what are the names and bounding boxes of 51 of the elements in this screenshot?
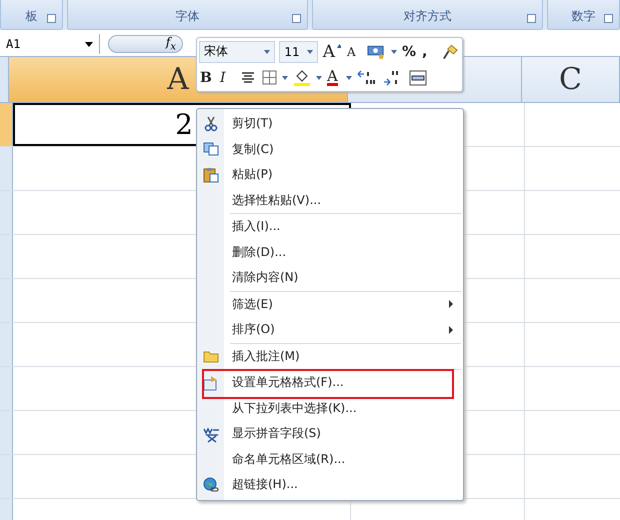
group-label: 对齐方式 [403, 8, 452, 25]
copy-icon [202, 142, 218, 156]
menu-item[interactable]: 命名单元格区域(R)... [197, 446, 463, 472]
menu-item[interactable]: 显示拼音字段(S) [197, 421, 463, 446]
format-cells-icon [202, 374, 218, 391]
group-label: 板 [26, 8, 38, 25]
font-color-button[interactable]: A [326, 66, 342, 88]
menu-item[interactable]: 从下拉列表中选择(K)... [197, 396, 463, 421]
dialog-launcher-icon[interactable] [604, 14, 613, 23]
menu-item[interactable]: 插入(I)... [197, 214, 463, 240]
group-label: 字体 [176, 8, 200, 25]
shrink-font-button[interactable]: A [346, 40, 362, 62]
merge-center-icon [409, 70, 427, 86]
cell-value: 2 [175, 108, 193, 141]
menu-item[interactable]: 剪切(T) [197, 111, 463, 136]
cell-reference: A1 [6, 37, 20, 51]
italic-button[interactable]: I [219, 66, 235, 88]
bold-button[interactable]: B [199, 66, 215, 88]
menu-item[interactable]: 设置单元格格式(F)... [197, 370, 463, 396]
group-label: 数字 [571, 8, 596, 25]
column-header[interactable]: C [522, 57, 620, 102]
menu-item[interactable]: 筛选(E) [197, 292, 463, 317]
menu-item[interactable]: 选择性粘贴(V)... [197, 188, 463, 213]
fill-color-icon [293, 68, 311, 86]
number-format-button[interactable]: , [420, 40, 437, 62]
increase-arrow-icon [337, 44, 341, 48]
dialog-launcher-icon[interactable] [292, 14, 301, 23]
borders-icon [262, 70, 277, 85]
globe-link-icon [202, 476, 218, 493]
format-painter-icon [442, 42, 459, 60]
menu-item[interactable]: 排序(O) [197, 317, 463, 342]
font-name-field[interactable]: 宋体 [199, 40, 276, 62]
align-center-icon [240, 70, 256, 84]
dropdown-caret-icon[interactable] [85, 42, 93, 46]
dialog-launcher-icon[interactable] [47, 14, 56, 23]
insert-function-button[interactable]: f$_{x}$ [108, 35, 183, 53]
menu-item[interactable]: 清除内容(N) [197, 265, 463, 290]
menu-item[interactable]: 超链接(H)... [197, 472, 463, 498]
font-size-field[interactable]: 11 [279, 40, 318, 62]
name-box[interactable]: A1 [0, 34, 100, 54]
money-icon [367, 44, 386, 60]
scissors-icon [204, 116, 218, 132]
dialog-launcher-icon[interactable] [526, 14, 536, 23]
paste-icon [202, 166, 218, 183]
folder-icon [202, 349, 218, 364]
number-format-button[interactable]: % [400, 40, 417, 62]
menu-item[interactable]: 删除(D)... [197, 240, 463, 265]
increase-decimal-icon [357, 68, 377, 86]
menu-item[interactable]: 复制(C) [197, 136, 463, 162]
menu-item[interactable]: 插入批注(M) [197, 344, 463, 369]
menu-item[interactable]: 粘贴(P) [197, 162, 463, 188]
